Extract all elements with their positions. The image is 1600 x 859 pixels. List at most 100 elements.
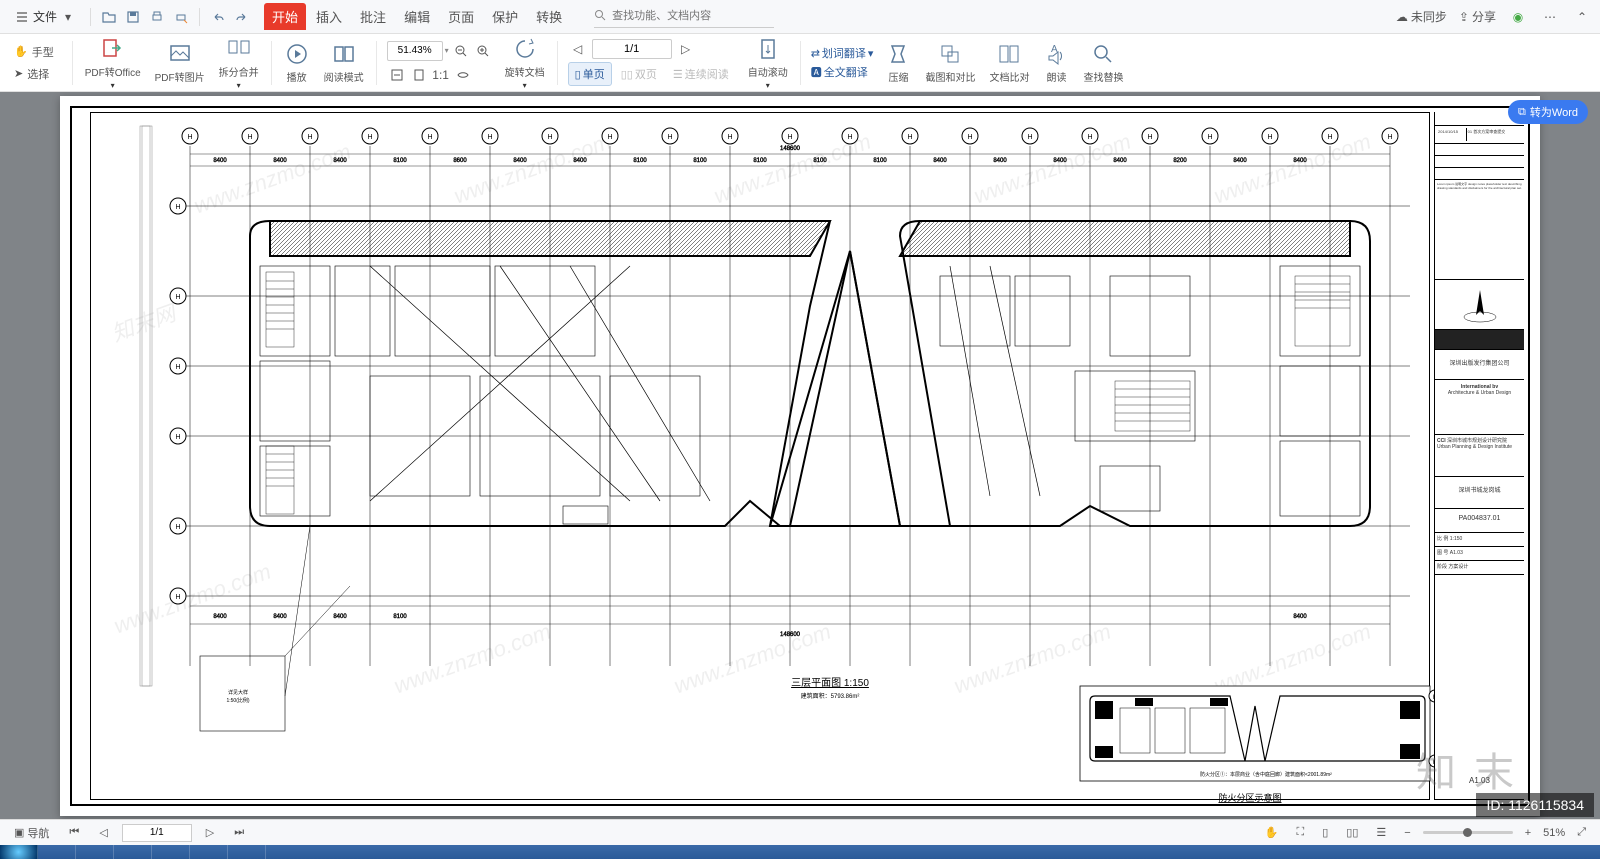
share-link[interactable]: ⇪分享 (1459, 8, 1496, 25)
undo-icon[interactable] (208, 7, 228, 27)
read-aloud[interactable]: A朗读 (1037, 41, 1075, 84)
page-input[interactable] (592, 39, 672, 59)
select-tool[interactable]: ➤选择 (10, 64, 58, 84)
open-icon[interactable] (99, 7, 119, 27)
svg-text:8400: 8400 (1113, 158, 1127, 164)
find-replace[interactable]: 查找替换 (1077, 41, 1129, 84)
compress[interactable]: 压缩 (879, 41, 917, 84)
architectural-drawing: 知末网 www.znzmo.com www.znzmo.com www.znzm… (70, 106, 1530, 806)
tab-convert[interactable]: 转换 (528, 3, 570, 30)
fit-page-icon[interactable] (409, 65, 429, 85)
pointer-icon: ➤ (14, 67, 23, 80)
fit-width-icon[interactable] (387, 65, 407, 85)
tab-annotate[interactable]: 批注 (352, 3, 394, 30)
zoom-out-btn[interactable]: − (1398, 825, 1416, 841)
taskbar-item[interactable] (152, 845, 190, 859)
translate-icon: ⇄ (811, 47, 820, 60)
svg-text:148600: 148600 (780, 632, 801, 638)
taskbar-item[interactable] (114, 845, 152, 859)
pdf-to-office[interactable]: PDF转Office▾ (79, 36, 147, 90)
convert-word-badge[interactable]: ⧉ 转为Word (1508, 100, 1588, 124)
tab-page[interactable]: 页面 (440, 3, 482, 30)
play-button[interactable]: 播放 (278, 41, 316, 84)
taskbar-item[interactable] (76, 845, 114, 859)
search-input[interactable] (594, 6, 774, 28)
svg-text:H: H (175, 434, 180, 441)
taskbar-item[interactable] (38, 845, 76, 859)
crop-compare[interactable]: 截图和对比 (919, 41, 981, 84)
document-workspace[interactable]: ⧉ 转为Word 知末网 www.znzmo.com www.znzmo.com… (0, 92, 1600, 819)
quickprint-icon[interactable] (171, 7, 191, 27)
continuous-btn[interactable]: ☰连续阅读 (666, 62, 736, 86)
wechat-icon[interactable]: ◉ (1508, 7, 1528, 27)
status-page-input[interactable] (122, 824, 192, 842)
taskbar-item[interactable] (0, 845, 38, 859)
fullscreen-icon[interactable]: ⤢ (1571, 824, 1592, 841)
speaker-icon: A (1043, 41, 1069, 67)
zoom-in-btn[interactable]: + (1519, 825, 1537, 841)
word-icon: ⧉ (1518, 106, 1526, 119)
tab-protect[interactable]: 保护 (484, 3, 526, 30)
tab-insert[interactable]: 插入 (308, 3, 350, 30)
tab-edit[interactable]: 编辑 (396, 3, 438, 30)
svg-text:H: H (907, 134, 912, 141)
word-translate[interactable]: ⇄划词翻译 ▾ (811, 45, 874, 61)
svg-text:148600: 148600 (780, 146, 801, 152)
os-taskbar[interactable] (0, 845, 1600, 859)
pdf-office-icon (100, 36, 126, 62)
read-mode[interactable]: 阅读模式 (318, 41, 370, 84)
layout3-icon[interactable]: ☰ (1370, 824, 1392, 841)
save-icon[interactable] (123, 7, 143, 27)
print-icon[interactable] (147, 7, 167, 27)
rotate-doc[interactable]: 旋转文档▾ (499, 36, 551, 90)
zoom-input[interactable] (387, 41, 443, 61)
next-page-icon[interactable]: ▷ (676, 39, 696, 59)
actual-size-icon[interactable]: 1:1 (431, 65, 451, 85)
taskbar-item[interactable] (228, 845, 266, 859)
hand-icon: ✋ (14, 45, 28, 58)
nav-toggle[interactable]: ▣导航 (8, 823, 55, 843)
layout2-icon[interactable]: ▯▯ (1340, 824, 1364, 841)
last-page-icon[interactable]: ⏭ (228, 824, 250, 841)
top-menubar: 文件 ▾ 开始 插入 批注 编辑 页面 保护 转换 ☁未同步 ⇪分享 ◉ ⋯ ⌃ (0, 0, 1600, 34)
svg-text:H: H (1087, 134, 1092, 141)
redo-icon[interactable] (232, 7, 252, 27)
hand-tool[interactable]: ✋手型 (10, 42, 58, 62)
double-page-btn[interactable]: ▯▯双页 (614, 62, 664, 86)
hand-mode-icon[interactable]: ✋ (1259, 824, 1285, 841)
zoom-slider[interactable] (1423, 831, 1513, 834)
single-page-icon: ▯ (575, 68, 581, 81)
slider-thumb[interactable] (1463, 828, 1472, 837)
svg-text:H: H (1027, 134, 1032, 141)
svg-text:8400: 8400 (213, 614, 227, 620)
single-page-btn[interactable]: ▯单页 (568, 62, 612, 86)
fit-visible-icon[interactable] (453, 65, 473, 85)
tab-start[interactable]: 开始 (264, 3, 306, 30)
zoom-out-icon[interactable] (451, 41, 471, 61)
taskbar-item[interactable] (190, 845, 228, 859)
pdf-to-image[interactable]: PDF转图片 (149, 41, 211, 84)
svg-text:三层平面图 1:150: 三层平面图 1:150 (791, 677, 869, 689)
prev-page-icon[interactable]: ◁ (568, 39, 588, 59)
more-icon[interactable]: ⋯ (1540, 7, 1560, 27)
svg-text:H: H (727, 134, 732, 141)
layout1-icon[interactable]: ▯ (1316, 824, 1334, 841)
doc-compare[interactable]: 文档比对 (983, 41, 1035, 84)
svg-text:8600: 8600 (453, 158, 467, 164)
full-translate[interactable]: 🅰全文翻译 (811, 64, 874, 80)
title-block: 2014/10/1501 首次方案审查提交 Lorem ipsum 说明文字 d… (1434, 112, 1524, 800)
svg-text:8100: 8100 (633, 158, 647, 164)
zoom-in-icon[interactable] (473, 41, 493, 61)
first-page-icon[interactable]: ⏮ (63, 824, 85, 841)
next-page-icon[interactable]: ▷ (200, 824, 220, 841)
split-merge[interactable]: 拆分合并▾ (213, 36, 265, 90)
continuous-icon: ☰ (673, 68, 683, 81)
collapse-ribbon-icon[interactable]: ⌃ (1572, 7, 1592, 27)
file-label: 文件 (33, 8, 57, 25)
unsync-link[interactable]: ☁未同步 (1396, 8, 1447, 25)
svg-text:H: H (175, 294, 180, 301)
fit-icon[interactable]: ⛶ (1291, 824, 1311, 841)
file-menu[interactable]: 文件 ▾ (8, 4, 82, 29)
auto-scroll[interactable]: 自动滚动▾ (742, 36, 794, 90)
prev-page-icon[interactable]: ◁ (93, 824, 113, 841)
